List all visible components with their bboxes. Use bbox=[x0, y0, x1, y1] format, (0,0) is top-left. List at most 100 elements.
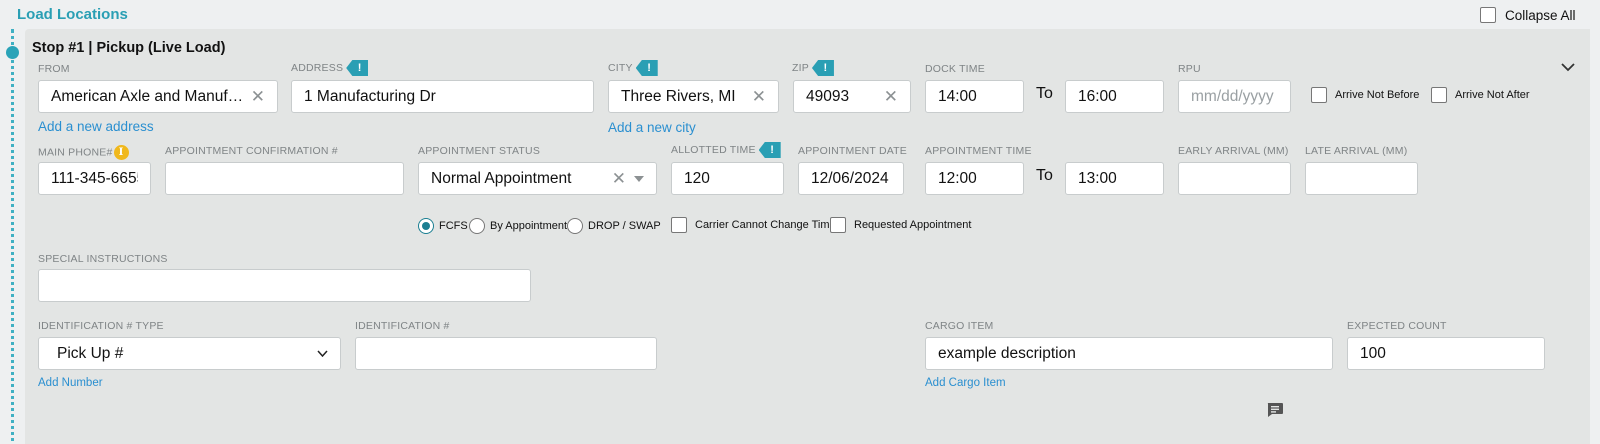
close-icon[interactable]: ✕ bbox=[752, 87, 766, 107]
close-icon[interactable]: ✕ bbox=[251, 87, 265, 107]
id-number-label: IDENTIFICATION # bbox=[355, 320, 450, 332]
from-label: FROM bbox=[38, 63, 70, 75]
carrier-cannot-change-option[interactable]: Carrier Cannot Change Time bbox=[671, 217, 836, 233]
collapse-all-label: Collapse All bbox=[1505, 7, 1576, 23]
arrive-not-after-option[interactable]: Arrive Not After bbox=[1431, 87, 1530, 103]
requested-appointment-label: Requested Appointment bbox=[854, 219, 972, 231]
timeline-line bbox=[11, 29, 14, 444]
appt-type-drop-swap[interactable]: DROP / SWAP bbox=[567, 218, 661, 234]
address-input[interactable]: 1 Manufacturing Dr bbox=[291, 80, 594, 113]
expected-count-value: 100 bbox=[1360, 344, 1386, 362]
arrive-not-after-label: Arrive Not After bbox=[1455, 89, 1530, 101]
collapse-all-checkbox[interactable] bbox=[1480, 7, 1496, 23]
close-icon[interactable]: ✕ bbox=[884, 87, 898, 107]
chevron-down-icon[interactable] bbox=[1561, 62, 1575, 72]
appt-type-fcfs[interactable]: FCFS bbox=[418, 218, 468, 234]
section-title: Load Locations bbox=[17, 6, 128, 23]
add-city-link[interactable]: Add a new city bbox=[608, 120, 696, 135]
zip-label: ZIP! bbox=[792, 60, 834, 76]
exclamation-flag-icon[interactable]: ! bbox=[811, 60, 834, 76]
add-number-link[interactable]: Add Number bbox=[38, 377, 103, 389]
cargo-item-input[interactable]: example description bbox=[925, 337, 1333, 370]
rpu-placeholder: mm/dd/yyyy bbox=[1191, 87, 1274, 105]
appt-confirmation-label: APPOINTMENT CONFIRMATION # bbox=[165, 145, 338, 157]
allotted-time-value: 120 bbox=[684, 169, 710, 187]
appt-time-end-input[interactable]: 13:00 bbox=[1065, 162, 1164, 195]
arrive-not-after-checkbox[interactable] bbox=[1431, 87, 1447, 103]
city-input[interactable]: Three Rivers, MI ✕ bbox=[608, 80, 779, 113]
chevron-down-icon[interactable] bbox=[317, 350, 328, 357]
address-label: ADDRESS! bbox=[291, 60, 369, 76]
city-value: Three Rivers, MI bbox=[621, 87, 736, 105]
id-number-input[interactable] bbox=[355, 337, 657, 370]
dock-time-to-label: To bbox=[1036, 85, 1053, 102]
zip-input[interactable]: 49093 ✕ bbox=[793, 80, 911, 113]
close-icon[interactable]: ✕ bbox=[612, 169, 626, 189]
id-type-label: IDENTIFICATION # TYPE bbox=[38, 320, 164, 332]
late-arrival-input[interactable] bbox=[1305, 162, 1418, 195]
appt-status-select[interactable]: Normal Appointment ✕ bbox=[418, 162, 657, 195]
dock-time-start-input[interactable]: 14:00 bbox=[925, 80, 1024, 113]
info-icon[interactable]: i bbox=[113, 145, 129, 160]
exclamation-flag-icon[interactable]: ! bbox=[758, 142, 781, 158]
id-type-select[interactable]: Pick Up # bbox=[38, 337, 341, 370]
appt-confirmation-input[interactable] bbox=[165, 162, 404, 195]
expected-count-label: EXPECTED COUNT bbox=[1347, 320, 1447, 332]
dock-time-end-value: 16:00 bbox=[1078, 87, 1117, 105]
fcfs-label: FCFS bbox=[439, 220, 468, 232]
by-appointment-radio[interactable] bbox=[469, 218, 485, 234]
allotted-time-input[interactable]: 120 bbox=[671, 162, 784, 195]
add-address-link[interactable]: Add a new address bbox=[38, 119, 154, 134]
appt-type-by-appointment[interactable]: By Appointment bbox=[469, 218, 567, 234]
allotted-time-label: ALLOTTED TIME! bbox=[671, 142, 781, 158]
special-instructions-input[interactable] bbox=[38, 269, 531, 302]
appt-time-start-value: 12:00 bbox=[938, 169, 977, 187]
early-arrival-input[interactable] bbox=[1178, 162, 1291, 195]
caret-down-icon[interactable] bbox=[634, 175, 644, 182]
expected-count-input[interactable]: 100 bbox=[1347, 337, 1545, 370]
arrive-not-before-checkbox[interactable] bbox=[1311, 87, 1327, 103]
drop-swap-label: DROP / SWAP bbox=[588, 220, 661, 232]
dock-time-end-input[interactable]: 16:00 bbox=[1065, 80, 1164, 113]
arrive-not-before-option[interactable]: Arrive Not Before bbox=[1311, 87, 1419, 103]
comment-icon[interactable] bbox=[1266, 402, 1284, 418]
special-instructions-label: SPECIAL INSTRUCTIONS bbox=[38, 253, 168, 265]
stop-title: Stop #1 | Pickup (Live Load) bbox=[32, 40, 226, 56]
late-arrival-label: LATE ARRIVAL (MM) bbox=[1305, 145, 1408, 157]
city-label: CITY! bbox=[608, 60, 658, 76]
dock-time-start-value: 14:00 bbox=[938, 87, 977, 105]
exclamation-flag-icon[interactable]: ! bbox=[635, 60, 658, 76]
arrive-not-before-label: Arrive Not Before bbox=[1335, 89, 1420, 101]
appt-time-to-label: To bbox=[1036, 167, 1053, 184]
carrier-cannot-change-checkbox[interactable] bbox=[671, 217, 687, 233]
appt-date-input[interactable]: 12/06/2024 bbox=[798, 162, 904, 195]
from-value: American Axle and Manufacturing bbox=[51, 87, 245, 105]
from-input[interactable]: American Axle and Manufacturing ✕ bbox=[38, 80, 278, 113]
fcfs-radio[interactable] bbox=[418, 218, 434, 234]
exclamation-flag-icon[interactable]: ! bbox=[346, 60, 369, 76]
appt-status-label: APPOINTMENT STATUS bbox=[418, 145, 541, 157]
appt-date-label: APPOINTMENT DATE bbox=[798, 145, 907, 157]
timeline-dot bbox=[6, 46, 19, 59]
dock-time-label: DOCK TIME bbox=[925, 63, 985, 75]
appt-time-end-value: 13:00 bbox=[1078, 169, 1117, 187]
main-phone-input[interactable]: 111-345-6655 bbox=[38, 162, 151, 195]
cargo-item-label: CARGO ITEM bbox=[925, 320, 994, 332]
id-type-value: Pick Up # bbox=[57, 344, 124, 362]
collapse-all-toggle[interactable]: Collapse All bbox=[1480, 7, 1576, 23]
main-phone-label: MAIN PHONE# i bbox=[38, 145, 129, 160]
carrier-cannot-change-label: Carrier Cannot Change Time bbox=[695, 219, 836, 231]
appt-date-value: 12/06/2024 bbox=[811, 169, 889, 187]
drop-swap-radio[interactable] bbox=[567, 218, 583, 234]
appt-time-start-input[interactable]: 12:00 bbox=[925, 162, 1024, 195]
requested-appointment-option[interactable]: Requested Appointment bbox=[830, 217, 971, 233]
appt-time-label: APPOINTMENT TIME bbox=[925, 145, 1032, 157]
appt-status-value: Normal Appointment bbox=[431, 169, 572, 187]
rpu-date-input[interactable]: mm/dd/yyyy bbox=[1178, 80, 1291, 113]
by-appointment-label: By Appointment bbox=[490, 220, 568, 232]
requested-appointment-checkbox[interactable] bbox=[830, 217, 846, 233]
cargo-item-value: example description bbox=[938, 344, 1076, 362]
early-arrival-label: EARLY ARRIVAL (MM) bbox=[1178, 145, 1289, 157]
add-cargo-item-link[interactable]: Add Cargo Item bbox=[925, 377, 1006, 389]
zip-value: 49093 bbox=[806, 87, 850, 105]
